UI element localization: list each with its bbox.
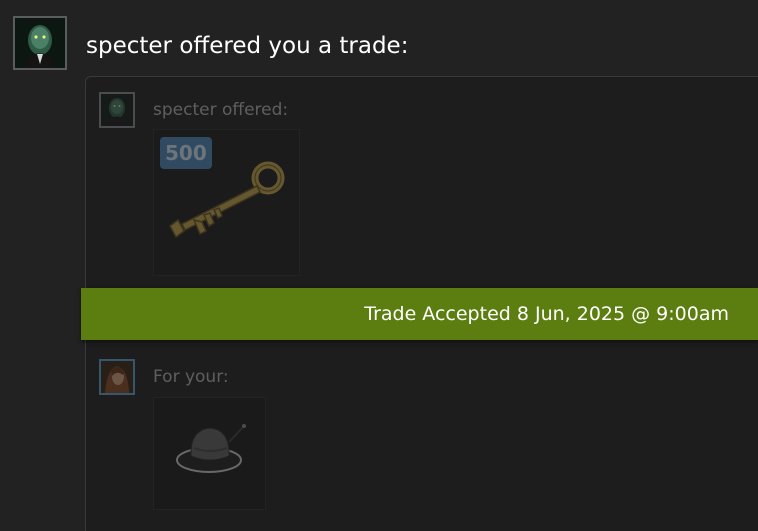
trade-offer-message: specter offered you a trade: specter off… [0,0,758,531]
specter-portrait-small [101,94,133,126]
specter-small-avatar[interactable] [99,92,135,128]
trade-accepted-banner: Trade Accepted 8 Jun, 2025 @ 9:00am [81,288,758,340]
specter-portrait [15,18,65,68]
trade-offer-title: specter offered you a trade: [86,33,409,59]
offered-label: specter offered: [153,100,289,120]
specter-avatar[interactable] [13,16,67,70]
hat-icon [176,424,246,473]
offered-item-tile[interactable]: 500 [153,129,300,276]
requested-item-tile[interactable] [153,397,266,510]
your-small-avatar[interactable] [99,359,135,395]
trade-accepted-text: Trade Accepted 8 Jun, 2025 @ 9:00am [364,303,729,325]
for-your-label: For your: [153,367,229,387]
quantity-badge: 500 [160,137,212,169]
your-portrait-small [101,361,133,393]
